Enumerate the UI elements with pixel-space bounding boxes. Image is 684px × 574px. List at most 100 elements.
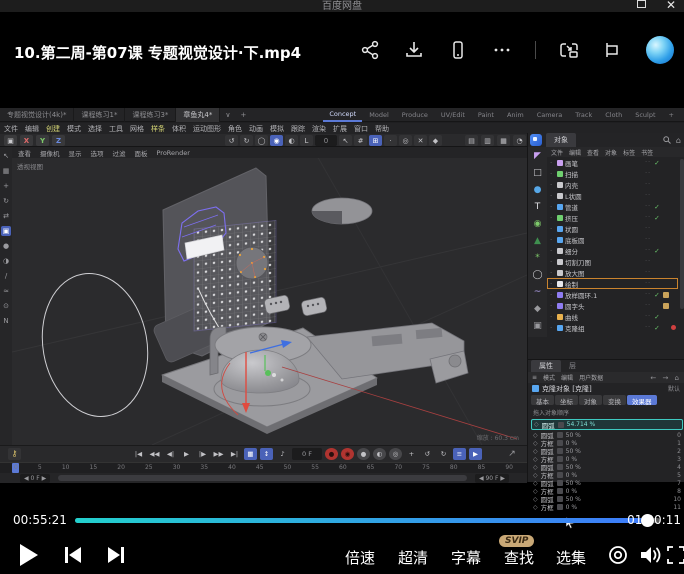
search-icon[interactable] [663, 136, 671, 144]
transport-button[interactable]: ◐ [373, 448, 386, 460]
create-tool-icon[interactable]: ● [534, 184, 542, 197]
mode-tool-icon[interactable]: N [1, 316, 11, 326]
attribute-tab[interactable]: 变换 [603, 395, 626, 405]
object-name[interactable]: 切割刀图 [565, 257, 643, 267]
cloner-list-row[interactable]: ◇ 方框 0 % 3 [531, 455, 684, 463]
tag-icon[interactable] [663, 160, 669, 166]
row-value[interactable]: 50 % [566, 448, 675, 455]
toolbar-icon[interactable]: ◎ [399, 135, 412, 146]
panel-app-icon[interactable] [530, 134, 542, 146]
row-swatch-icon[interactable] [558, 422, 564, 428]
transport-button[interactable]: ◎ [389, 448, 402, 460]
transport-button[interactable]: ≡ [453, 448, 466, 460]
axis-lock-button[interactable]: Y [36, 135, 49, 146]
viewport-menu-item[interactable]: 过滤 [113, 148, 126, 158]
object-manager-menu-item[interactable]: 对象 [605, 148, 617, 157]
menu-item[interactable]: 模拟 [270, 124, 284, 134]
tag-icon[interactable] [663, 171, 669, 177]
object-row[interactable]: · L状圆 ·· [547, 190, 678, 201]
visibility-dots-icon[interactable]: ·· [645, 313, 651, 320]
object-row[interactable]: · 画笔 ·· ✓ [547, 157, 678, 168]
object-manager-menu-item[interactable]: 编辑 [569, 148, 581, 157]
enable-check-icon[interactable]: ✓ [653, 159, 661, 167]
visibility-dots-icon[interactable]: ·· [645, 247, 651, 254]
expand-icon[interactable]: · [550, 258, 555, 266]
mode-tool-icon[interactable]: ◑ [1, 256, 11, 266]
expand-icon[interactable]: · [550, 324, 555, 332]
expand-icon[interactable]: · [550, 236, 555, 244]
tag-icon[interactable] [663, 182, 669, 188]
range-scrollbar[interactable] [58, 475, 467, 481]
transport-button[interactable]: |▶ [196, 448, 209, 460]
cloner-list-row[interactable]: ◇ 方框 0 % 1 [531, 439, 684, 447]
menu-item[interactable]: 动画 [249, 124, 263, 134]
visibility-dots-icon[interactable]: ·· [645, 236, 651, 243]
viewport-menu-item[interactable]: 面板 [135, 148, 148, 158]
fullscreen-icon[interactable] [666, 544, 684, 570]
create-tool-icon[interactable]: ◉ [534, 218, 542, 231]
transport-button[interactable]: ▶ [180, 448, 193, 460]
transport-button[interactable]: ▶| [228, 448, 241, 460]
mode-tool-icon[interactable]: ⇄ [1, 211, 11, 221]
object-name[interactable]: 扫描 [565, 169, 643, 179]
window-layout-icon[interactable]: ◔ [513, 135, 526, 146]
menu-item[interactable]: 跟踪 [291, 124, 305, 134]
tag-icon[interactable] [663, 270, 669, 276]
object-name[interactable]: 绘制 [565, 279, 643, 289]
mode-tool-icon[interactable]: ● [1, 241, 11, 251]
row-value[interactable]: 50 % [566, 480, 675, 487]
mode-tool-icon[interactable]: ▣ [1, 226, 11, 236]
object-row[interactable]: · 克隆组 ·· ✓ [547, 322, 678, 333]
object-name[interactable]: 细分 [565, 246, 643, 256]
create-tool-icon[interactable]: ◤ [534, 150, 541, 163]
object-name[interactable]: 底板圆 [565, 235, 643, 245]
object-name[interactable]: 管道 [565, 202, 643, 212]
tag-icon[interactable] [663, 281, 669, 287]
object-name[interactable]: 放大图 [565, 268, 643, 278]
layout-tab[interactable]: Sculpt [629, 109, 661, 121]
object-manager-menu-item[interactable]: 书签 [641, 148, 653, 157]
object-row[interactable]: · 挤压 ·· ✓ [547, 212, 678, 223]
attribute-menu-item[interactable]: 编辑 [561, 373, 573, 382]
visibility-dots-icon[interactable]: ·· [645, 225, 651, 232]
mode-tool-icon[interactable]: ⊙ [1, 301, 11, 311]
row-swatch-icon[interactable] [557, 440, 563, 446]
layout-tab[interactable]: + [663, 109, 680, 121]
mode-tool-icon[interactable]: ▦ [1, 166, 11, 176]
next-button[interactable] [105, 545, 127, 569]
layout-tab[interactable]: Anim [501, 109, 530, 121]
visibility-dots-icon[interactable]: ·· [645, 203, 651, 210]
viewport-menu-item[interactable]: 显示 [69, 148, 82, 158]
window-layout-icon[interactable]: ▤ [465, 135, 478, 146]
close-button[interactable]: ✕ [666, 0, 676, 10]
row-swatch-icon[interactable] [557, 480, 563, 486]
settings-icon[interactable] [606, 544, 630, 570]
menu-item[interactable]: 工具 [109, 124, 123, 134]
object-manager-menu-item[interactable]: 查看 [587, 148, 599, 157]
enable-check-icon[interactable]: ✓ [653, 324, 661, 332]
row-value[interactable]: 50 % [566, 496, 671, 503]
maximize-button[interactable] [637, 0, 646, 8]
visibility-dots-icon[interactable]: ·· [645, 291, 651, 298]
volume-icon[interactable] [638, 544, 664, 570]
row-swatch-icon[interactable] [557, 488, 563, 494]
tag-icon[interactable] [663, 193, 669, 199]
object-manager-menu-item[interactable]: 文件 [551, 148, 563, 157]
row-value[interactable]: 0 % [566, 440, 675, 447]
object-name[interactable]: 克隆组 [565, 323, 643, 333]
object-row[interactable]: · 曲线 ·· ✓ [547, 311, 678, 322]
layout-tab[interactable]: Cloth [599, 109, 628, 121]
object-name[interactable]: 曲线 [565, 312, 643, 322]
cloner-list-row[interactable]: ◇ 方框 0 % 8 [531, 487, 684, 495]
menu-item[interactable]: 创建 [46, 124, 60, 134]
layout-tab[interactable]: Camera [531, 109, 569, 121]
cloner-list-row[interactable]: ◇ 方框 0 % 5 [531, 471, 684, 479]
object-row[interactable]: · 绘制 ·· [547, 278, 678, 289]
toolbar-icon[interactable]: ↖ [339, 135, 352, 146]
tag-icon[interactable] [663, 204, 669, 210]
object-name[interactable]: 圆字头 [565, 301, 643, 311]
tag-icon[interactable] [663, 325, 669, 331]
create-tool-icon[interactable]: □ [533, 167, 542, 180]
object-name[interactable]: 画笔 [565, 158, 643, 168]
layout-tab[interactable]: Paint [472, 109, 500, 121]
